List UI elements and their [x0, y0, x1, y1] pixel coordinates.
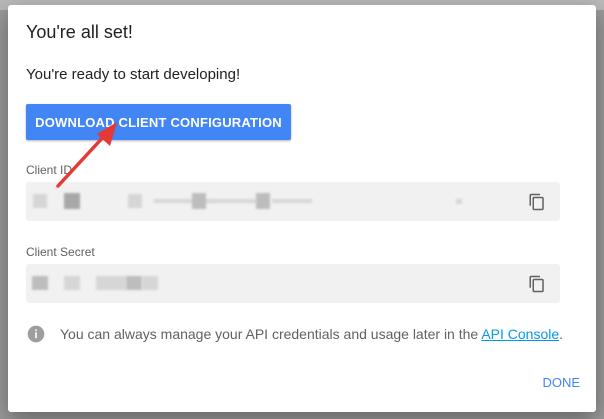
dialog-title: You're all set! — [26, 22, 133, 42]
redacted-block — [142, 276, 158, 290]
client-secret-field — [26, 264, 560, 303]
credentials-dialog: You're all set! You're ready to start de… — [8, 5, 596, 412]
redacted-block — [272, 199, 312, 203]
client-id-label: Client ID — [26, 163, 73, 177]
redacted-block — [192, 193, 206, 209]
info-icon — [27, 325, 45, 343]
info-suffix: . — [559, 326, 564, 342]
redacted-block — [456, 199, 462, 204]
redacted-block — [32, 276, 48, 290]
redacted-block — [126, 276, 142, 290]
done-button[interactable]: DONE — [542, 375, 580, 390]
info-text: You can always manage your API credentia… — [60, 326, 563, 342]
client-secret-label: Client Secret — [26, 245, 95, 259]
client-id-field — [26, 182, 560, 221]
dialog-subtitle: You're ready to start developing! — [26, 66, 241, 83]
info-row: You can always manage your API credentia… — [26, 323, 586, 345]
redacted-block — [33, 194, 47, 208]
redacted-block — [212, 199, 256, 203]
info-message: You can always manage your API credentia… — [60, 326, 482, 342]
api-console-link[interactable]: API Console — [481, 326, 559, 342]
copy-client-id-icon[interactable] — [528, 193, 546, 211]
redacted-block — [64, 193, 80, 209]
redacted-block — [64, 276, 80, 290]
download-client-configuration-button[interactable]: DOWNLOAD CLIENT CONFIGURATION — [26, 104, 291, 140]
redacted-block — [256, 193, 270, 209]
redacted-block — [128, 194, 142, 208]
copy-client-secret-icon[interactable] — [528, 275, 546, 293]
redacted-block — [96, 276, 126, 290]
